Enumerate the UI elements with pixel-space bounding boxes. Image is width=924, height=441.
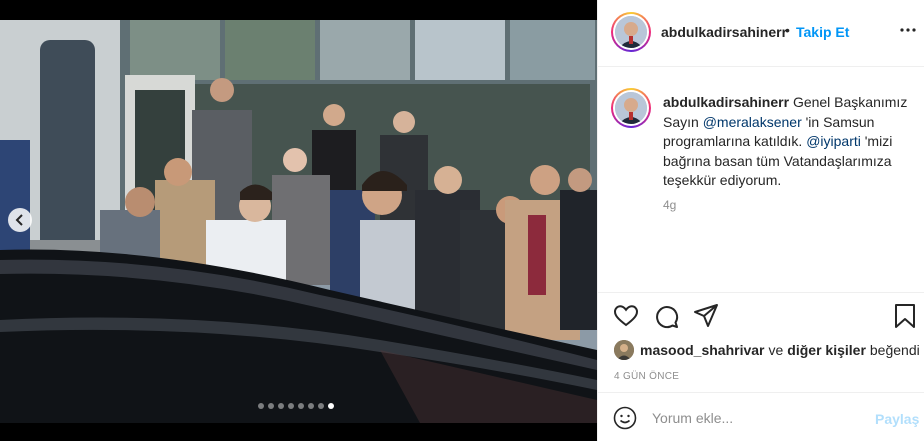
post-photo [0,20,597,423]
liked-others-link[interactable]: diğer kişiler [787,342,866,358]
post-comment-button[interactable]: Paylaş [875,411,919,427]
chevron-left-icon [15,214,23,226]
mention-link-iyiparti[interactable]: @iyiparti [806,133,861,149]
carousel-dot [308,403,314,409]
author-avatar-photo [615,16,647,48]
follow-separator: • [785,22,790,38]
follow-button[interactable]: Takip Et [796,24,849,40]
heart-icon[interactable] [613,303,639,329]
comment-input[interactable] [652,407,862,429]
post-header: abdulkadirsahinerr • Takip Et [598,0,924,67]
carousel-dot [328,403,334,409]
liked-verb: beğendi [869,342,920,358]
carousel-prev-button[interactable] [8,208,32,232]
author-username[interactable]: abdulkadirsahinerr [661,24,787,40]
carousel-dot [298,403,304,409]
media-bottom-band [0,423,597,441]
comment-icon[interactable] [653,303,679,329]
liked-conj: ve [768,342,784,358]
more-horizontal-icon[interactable] [898,20,918,40]
carousel-dot [288,403,294,409]
mention-link-meralaksener[interactable]: @meralaksener [703,114,802,130]
post-side-panel: abdulkadirsahinerr • Takip Et abdulkadir… [597,0,924,441]
carousel-dot [268,403,274,409]
carousel-dot [258,403,264,409]
paper-plane-icon[interactable] [693,303,719,329]
carousel-indicator [258,403,334,409]
caption-avatar[interactable] [611,88,651,128]
caption-username[interactable]: abdulkadirsahinerr [663,94,789,110]
liker-username[interactable]: masood_shahrivar [640,342,765,358]
posted-ago[interactable]: 4 GÜN ÖNCE [614,371,679,382]
likes-summary: masood_shahrivar ve diğer kişiler beğend… [614,338,920,362]
author-avatar[interactable] [611,12,651,52]
add-comment-bar: Paylaş [598,392,924,441]
caption-timestamp[interactable]: 4g [663,198,676,212]
liker-avatar[interactable] [614,340,634,360]
carousel-dot [318,403,324,409]
media-top-band [0,0,597,20]
smiley-icon[interactable] [613,406,637,430]
caption-text: abdulkadirsahinerr Genel Başkanımız Sayı… [663,93,915,191]
liker-avatar-photo [614,340,634,360]
carousel-dot [278,403,284,409]
post-media[interactable] [0,0,597,441]
bookmark-icon[interactable] [892,303,918,329]
caption-avatar-photo [615,92,647,124]
